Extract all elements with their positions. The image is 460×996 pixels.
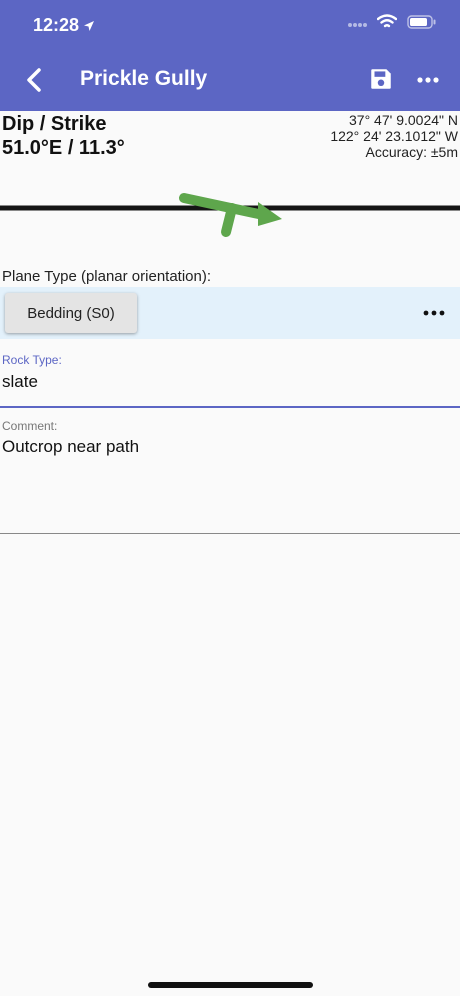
status-time-text: 12:28	[33, 15, 80, 35]
plane-type-row: Bedding (S0)	[0, 287, 460, 339]
cellular-signal-icon	[348, 22, 367, 27]
more-horizontal-icon	[417, 77, 439, 83]
plane-type-label: Plane Type (planar orientation):	[2, 268, 212, 285]
status-indicators	[347, 14, 436, 29]
measurement-value: 51.0°E / 11.3°	[2, 137, 125, 159]
chevron-left-icon	[27, 68, 41, 92]
location-arrow-icon	[84, 20, 95, 31]
latitude: 37° 47' 9.0024" N	[349, 112, 458, 128]
home-indicator[interactable]	[148, 982, 313, 988]
app-header: 12:28 Prickle Gully	[0, 0, 460, 111]
status-time: 12:28	[33, 15, 95, 36]
wifi-icon	[377, 14, 397, 28]
comment-input[interactable]: Outcrop near path	[2, 437, 139, 457]
save-button[interactable]	[368, 66, 394, 92]
page-title: Prickle Gully	[80, 67, 208, 90]
gps-accuracy: Accuracy: ±5m	[365, 144, 458, 160]
more-horizontal-icon	[423, 310, 445, 316]
back-button[interactable]	[18, 62, 52, 98]
rock-type-field[interactable]: Rock Type: slate	[0, 344, 460, 408]
strike-dip-graphic	[0, 193, 460, 237]
dip-tick	[221, 203, 237, 237]
battery-icon	[407, 14, 436, 29]
rock-type-input[interactable]: slate	[2, 372, 38, 392]
floppy-disk-icon	[371, 69, 391, 89]
measurement-label: Dip / Strike	[2, 113, 107, 135]
plane-type-button[interactable]: Bedding (S0)	[5, 293, 137, 333]
plane-more-button[interactable]	[422, 305, 446, 321]
comment-label: Comment:	[2, 419, 58, 433]
rock-type-label: Rock Type:	[2, 353, 62, 367]
longitude: 122° 24' 23.1012" W	[330, 128, 458, 144]
comment-field[interactable]: Comment: Outcrop near path	[0, 408, 460, 534]
more-options-button[interactable]	[410, 66, 446, 94]
location-info: 37° 47' 9.0024" N 122° 24' 23.1012" W Ac…	[330, 112, 458, 160]
